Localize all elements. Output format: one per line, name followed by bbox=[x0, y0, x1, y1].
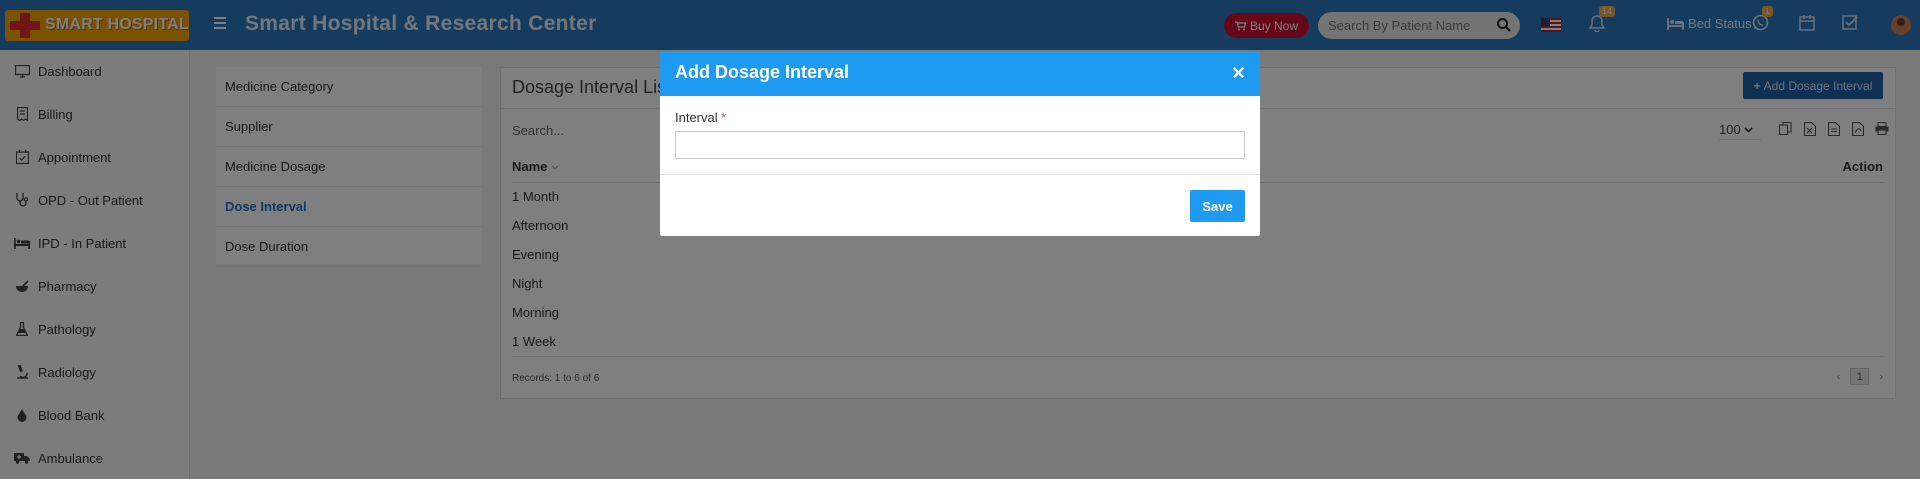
required-mark: * bbox=[721, 110, 727, 125]
interval-input[interactable] bbox=[675, 131, 1245, 159]
add-dosage-interval-modal: Add Dosage Interval × Interval * Save bbox=[660, 51, 1260, 236]
modal-title: Add Dosage Interval bbox=[675, 62, 850, 82]
divider bbox=[660, 174, 1260, 175]
modal-header: Add Dosage Interval × bbox=[660, 51, 1260, 96]
interval-label-text: Interval bbox=[675, 110, 718, 125]
close-icon[interactable]: × bbox=[1232, 62, 1246, 84]
interval-field-label: Interval * bbox=[675, 110, 726, 125]
save-button[interactable]: Save bbox=[1190, 190, 1245, 222]
